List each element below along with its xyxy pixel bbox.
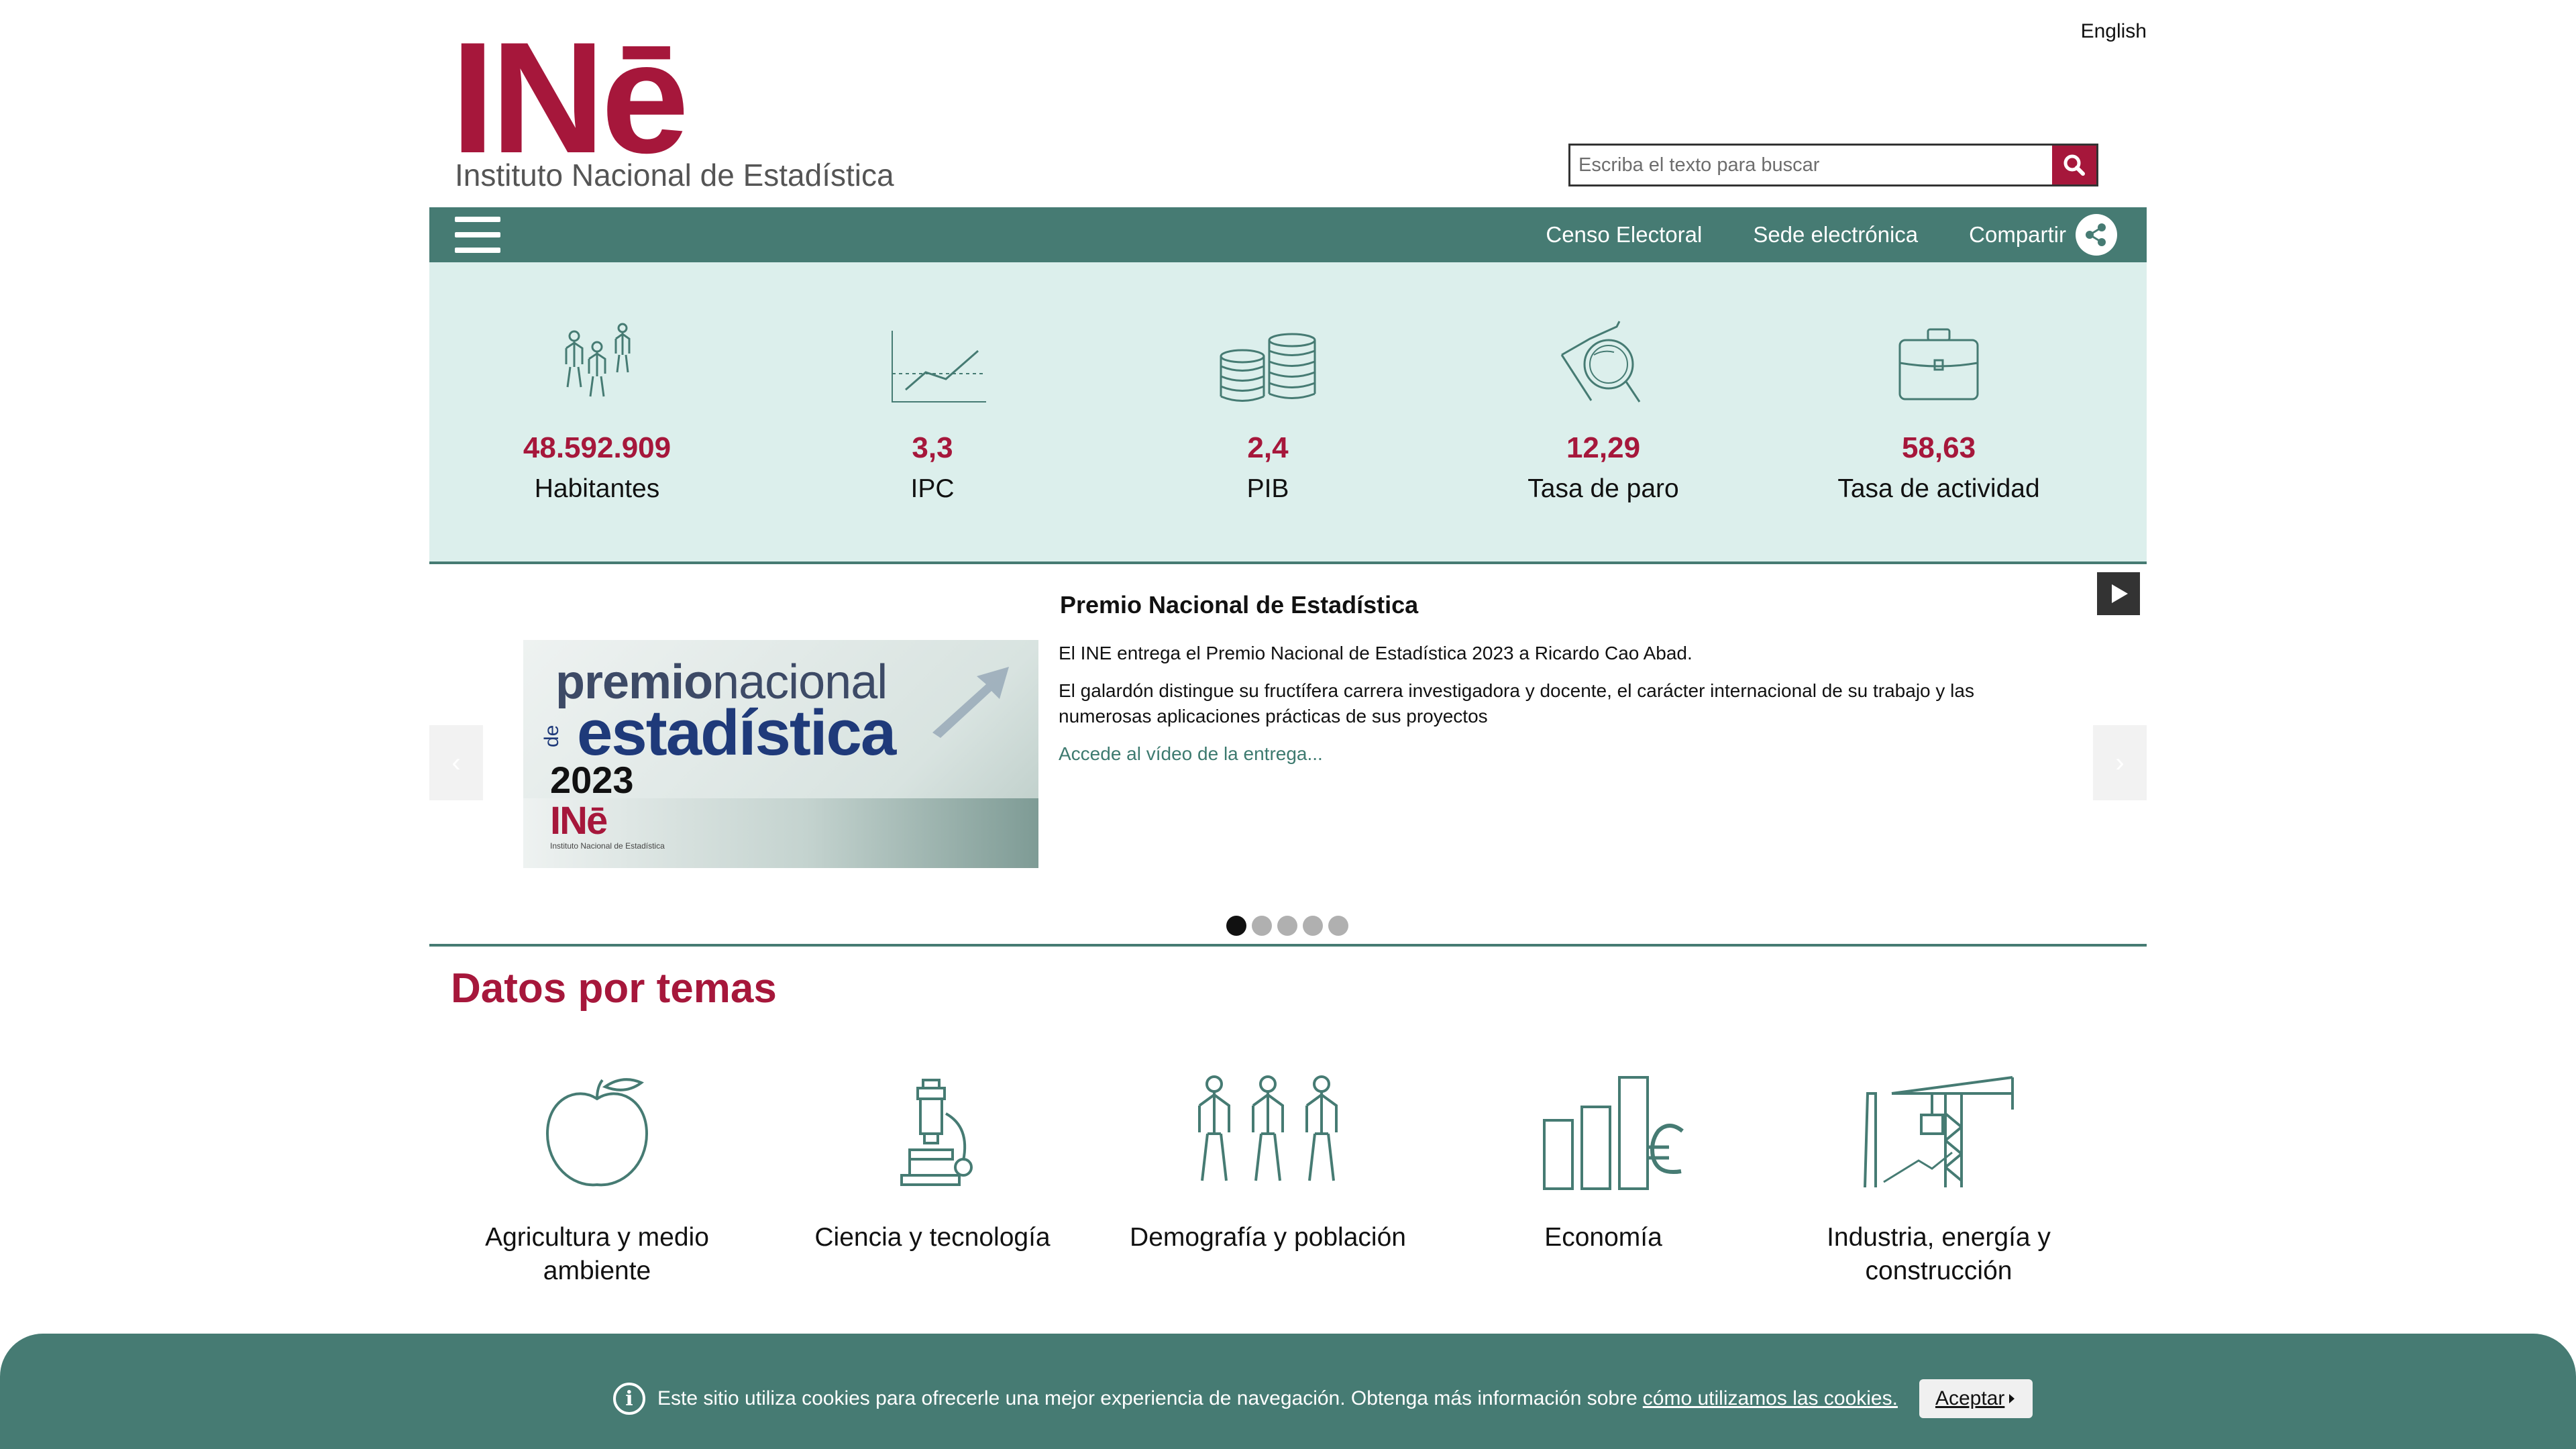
section-title-temas: Datos por temas bbox=[451, 965, 777, 1012]
share-label: Compartir bbox=[1969, 222, 2066, 247]
logo-subtitle: Instituto Nacional de Estadística bbox=[455, 158, 894, 193]
cookie-content: i Este sitio utiliza cookies para ofrece… bbox=[613, 1375, 2033, 1422]
tema-label: Economía bbox=[1544, 1223, 1662, 1252]
slide-image-logo: INē bbox=[550, 799, 608, 843]
stat-tasa-actividad[interactable]: 58,63 Tasa de actividad bbox=[1771, 262, 2106, 557]
cookie-text: Este sitio utiliza cookies para ofrecerl… bbox=[657, 1387, 1638, 1409]
stat-label: PIB bbox=[1246, 474, 1289, 503]
play-button[interactable] bbox=[2097, 572, 2140, 615]
stat-tasa-paro[interactable]: 12,29 Tasa de paro bbox=[1436, 262, 1771, 557]
population-icon bbox=[1198, 1075, 1338, 1181]
page: INē Instituto Nacional de Estadística En… bbox=[429, 0, 2147, 1449]
slide-text: El INE entrega el Premio Nacional de Est… bbox=[1059, 641, 2038, 779]
news-carousel: ‹ › Premio Nacional de Estadística premi… bbox=[429, 564, 2147, 947]
carousel-prev-button[interactable]: ‹ bbox=[429, 725, 483, 800]
cookie-banner: i Este sitio utiliza cookies para ofrece… bbox=[0, 1334, 2576, 1449]
carousel-dot-4[interactable] bbox=[1303, 916, 1323, 936]
stat-ipc[interactable]: 3,3 IPC bbox=[765, 262, 1100, 557]
search-icon bbox=[2063, 154, 2085, 176]
search-form bbox=[1568, 144, 2098, 186]
tema-agricultura[interactable]: Agricultura y medio ambiente bbox=[429, 1067, 765, 1288]
stat-value: 2,4 bbox=[1247, 431, 1289, 464]
tema-industria[interactable]: Industria, energía y construcción bbox=[1771, 1067, 2106, 1288]
carousel-dot-1[interactable] bbox=[1226, 916, 1246, 936]
carousel-dot-2[interactable] bbox=[1252, 916, 1272, 936]
microscope-icon bbox=[900, 1079, 973, 1186]
tema-demografia[interactable]: Demografía y población bbox=[1100, 1067, 1436, 1254]
slide-image[interactable]: premionacional de estadística 2023 INē I… bbox=[523, 640, 1038, 868]
slide-title: Premio Nacional de Estadística bbox=[1060, 591, 1419, 619]
stat-label: Tasa de paro bbox=[1527, 474, 1679, 503]
stat-value: 12,29 bbox=[1566, 431, 1641, 464]
tema-ciencia[interactable]: Ciencia y tecnología bbox=[765, 1067, 1100, 1254]
tema-label: Industria, energía y construcción bbox=[1827, 1223, 2051, 1285]
apple-icon bbox=[545, 1078, 649, 1187]
carousel-next-button[interactable]: › bbox=[2093, 725, 2147, 800]
caret-right-icon bbox=[2009, 1394, 2015, 1403]
slide-image-de: de bbox=[541, 724, 563, 747]
stat-value: 3,3 bbox=[912, 431, 953, 464]
coins-icon bbox=[1220, 333, 1316, 402]
nav-links: Censo Electoral Sede electrónica Compart… bbox=[1495, 207, 2117, 262]
carousel-dots bbox=[1226, 916, 1354, 936]
people-icon bbox=[565, 323, 631, 397]
carousel-dot-5[interactable] bbox=[1328, 916, 1348, 936]
tema-economia[interactable]: Economía bbox=[1436, 1067, 1771, 1254]
carousel-dot-3[interactable] bbox=[1277, 916, 1297, 936]
nav-sede-electronica[interactable]: Sede electrónica bbox=[1753, 222, 1918, 248]
tema-label: Demografía y población bbox=[1130, 1223, 1406, 1252]
slide-image-year: 2023 bbox=[550, 759, 634, 801]
stat-value: 48.592.909 bbox=[523, 431, 672, 464]
slide-video-link[interactable]: Accede al vídeo de la entrega... bbox=[1059, 743, 1323, 764]
search-input[interactable] bbox=[1570, 146, 2052, 184]
crane-icon bbox=[1864, 1076, 2014, 1188]
ine-logo[interactable]: INē Instituto Nacional de Estadística bbox=[451, 19, 907, 200]
share-icon bbox=[2076, 214, 2117, 256]
search-button[interactable] bbox=[2052, 146, 2096, 184]
stat-pib[interactable]: 2,4 PIB bbox=[1100, 262, 1436, 557]
slide-paragraph: El galardón distingue su fructífera carr… bbox=[1059, 680, 1974, 727]
slide-image-logo-sub: Instituto Nacional de Estadística bbox=[550, 841, 665, 851]
accept-cookies-button[interactable]: Aceptar bbox=[1919, 1379, 2033, 1418]
magnifier-icon bbox=[1560, 321, 1641, 402]
play-icon bbox=[2112, 584, 2128, 603]
stat-habitantes[interactable]: 48.592.909 Habitantes bbox=[429, 262, 765, 557]
stat-value: 58,63 bbox=[1901, 431, 1976, 464]
cookie-policy-link[interactable]: cómo utilizamos las cookies. bbox=[1643, 1387, 1898, 1410]
slide-paragraph: El INE entrega el Premio Nacional de Est… bbox=[1059, 643, 1693, 663]
stat-label: IPC bbox=[910, 474, 955, 503]
accept-label: Aceptar bbox=[1935, 1387, 2005, 1409]
logo-wordmark: INē bbox=[451, 9, 689, 186]
main-navbar: Censo Electoral Sede electrónica Compart… bbox=[429, 207, 2147, 262]
arrow-graphic bbox=[932, 667, 1009, 738]
tema-label: Ciencia y tecnología bbox=[814, 1223, 1051, 1252]
hamburger-menu-icon[interactable] bbox=[455, 217, 500, 253]
briefcase-icon bbox=[1898, 328, 1979, 400]
info-icon: i bbox=[613, 1383, 645, 1415]
tema-label: Agricultura y medio ambiente bbox=[485, 1223, 709, 1285]
key-indicators: 48.592.909 Habitantes 3,3 IPC 2,4 PIB 12… bbox=[429, 262, 2147, 564]
nav-censo-electoral[interactable]: Censo Electoral bbox=[1546, 222, 1702, 248]
stat-label: Habitantes bbox=[534, 474, 660, 503]
stat-label: Tasa de actividad bbox=[1837, 474, 2040, 503]
language-link[interactable]: English bbox=[2081, 20, 2147, 43]
euro-chart-icon bbox=[1543, 1076, 1684, 1190]
line-chart-icon bbox=[892, 331, 986, 402]
share-button[interactable]: Compartir bbox=[1969, 214, 2117, 256]
